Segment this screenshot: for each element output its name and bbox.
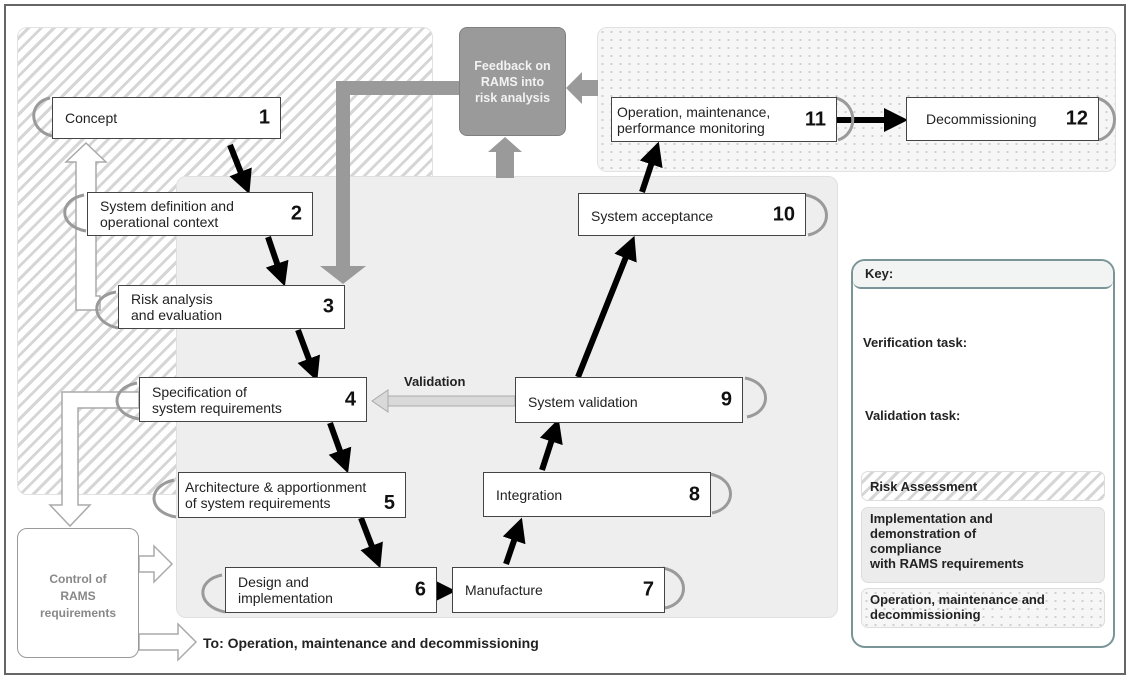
validation-label: Validation bbox=[404, 374, 466, 389]
control-to-ops-arrow bbox=[138, 622, 198, 662]
verification-icon-10 bbox=[805, 193, 828, 237]
flow-arrow-1-2 bbox=[227, 143, 252, 195]
phase-label: Manufacture bbox=[465, 582, 543, 598]
phase-box-manufacture: Manufacture 7 bbox=[452, 567, 665, 613]
feedback-box: Feedback on RAMS into risk analysis bbox=[459, 27, 566, 136]
phase-label: System validation bbox=[528, 394, 638, 410]
flow-arrow-4-5 bbox=[327, 421, 352, 474]
flow-arrow-2-3 bbox=[265, 236, 289, 287]
legend-verification-label: Verification task: bbox=[863, 335, 968, 350]
verification-icon-5 bbox=[152, 478, 177, 519]
phase-number: 8 bbox=[688, 483, 700, 505]
verification-icon-8 bbox=[709, 472, 732, 515]
control-to-impl-arrow bbox=[138, 544, 174, 584]
control-of-rams-box: Control of RAMS requirements bbox=[17, 528, 139, 658]
phase-box-specification: Specification of system requirements 4 bbox=[139, 377, 367, 422]
phase-box-risk-analysis: Risk analysis and evaluation 3 bbox=[118, 285, 345, 329]
phase-label: System acceptance bbox=[591, 208, 714, 224]
legend-title: Key: bbox=[865, 266, 894, 281]
legend-implementation-label: Implementation and demonstration of comp… bbox=[870, 511, 1024, 571]
phase-number: 2 bbox=[290, 202, 302, 225]
ops-to-feedback-arrow bbox=[566, 72, 598, 104]
phase-box-operation: Operation, maintenance, performance moni… bbox=[611, 97, 837, 142]
phase-number: 10 bbox=[772, 203, 795, 225]
phase-box-integration: Integration 8 bbox=[483, 472, 711, 517]
phase-number: 1 bbox=[258, 106, 270, 129]
spec-to-control-arrow bbox=[48, 391, 140, 528]
phase-label: Design and implementation bbox=[238, 574, 333, 606]
phase-label: Integration bbox=[496, 486, 563, 503]
legend-implementation-swatch: Implementation and demonstration of comp… bbox=[861, 507, 1105, 583]
phase-label: Concept bbox=[65, 110, 118, 126]
phase-label: Operation, maintenance, performance moni… bbox=[617, 103, 771, 136]
legend-operation-swatch: Operation, maintenance and decommissioni… bbox=[861, 588, 1105, 628]
flow-arrow-8-9 bbox=[539, 418, 563, 471]
phase-number: 7 bbox=[642, 578, 654, 601]
phase-label: Specification of system requirements bbox=[152, 383, 282, 416]
phase-label: Decommissioning bbox=[926, 111, 1037, 127]
phase-number: 3 bbox=[322, 295, 334, 318]
flow-arrow-5-6 bbox=[358, 516, 383, 569]
legend-risk-assessment-swatch: Risk Assessment bbox=[861, 471, 1105, 501]
phase-box-design: Design and implementation 6 bbox=[225, 567, 437, 613]
phase-box-decommissioning: Decommissioning 12 bbox=[906, 97, 1099, 141]
verification-icon-6 bbox=[201, 573, 226, 614]
verification-icon-7 bbox=[662, 566, 685, 610]
phase-box-system-acceptance: System acceptance 10 bbox=[578, 193, 806, 236]
flow-arrow-7-8 bbox=[502, 517, 526, 565]
phase-box-system-validation: System validation 9 bbox=[515, 377, 743, 423]
verification-icon-9 bbox=[744, 376, 767, 419]
phase-number: 12 bbox=[1065, 107, 1088, 130]
flow-arrow-10-11 bbox=[639, 141, 663, 193]
impl-to-feedback-arrow bbox=[488, 137, 522, 178]
flow-arrow-9-10 bbox=[575, 235, 637, 379]
legend-key: Key: Verification task: Validation task:… bbox=[851, 259, 1115, 648]
legend-validation-label: Validation task: bbox=[865, 408, 961, 423]
legend-risk-assessment-label: Risk Assessment bbox=[870, 479, 978, 494]
feedback-to-risk-arrow bbox=[320, 81, 459, 284]
legend-operation-label: Operation, maintenance and decommissioni… bbox=[870, 592, 1045, 622]
verification-icon-12 bbox=[1096, 96, 1116, 142]
phase-box-system-definition: System definition and operational contex… bbox=[87, 192, 313, 236]
phase-box-architecture: Architecture & apportionment of system r… bbox=[178, 472, 406, 518]
control-label: Control of RAMS requirements bbox=[39, 572, 117, 620]
to-operation-label: To: Operation, maintenance and decommiss… bbox=[203, 635, 539, 651]
phase-label: Risk analysis and evaluation bbox=[131, 291, 223, 323]
phase-box-concept: Concept 1 bbox=[52, 97, 281, 139]
legend-header: Key: bbox=[853, 261, 1113, 289]
phase-label: System definition and operational contex… bbox=[100, 198, 234, 230]
verification-icon-1 bbox=[32, 96, 53, 138]
phase-number: 9 bbox=[720, 388, 732, 411]
flow-arrow-3-4 bbox=[295, 328, 321, 382]
phase-number: 4 bbox=[344, 388, 356, 410]
feedback-label: Feedback on RAMS into risk analysis bbox=[474, 59, 551, 105]
phase-number: 5 bbox=[383, 492, 395, 514]
validation-arrow bbox=[371, 389, 516, 413]
phase-label: Architecture & apportionment of system r… bbox=[185, 479, 367, 511]
phase-number: 6 bbox=[414, 578, 426, 601]
phase-number: 11 bbox=[804, 108, 826, 130]
